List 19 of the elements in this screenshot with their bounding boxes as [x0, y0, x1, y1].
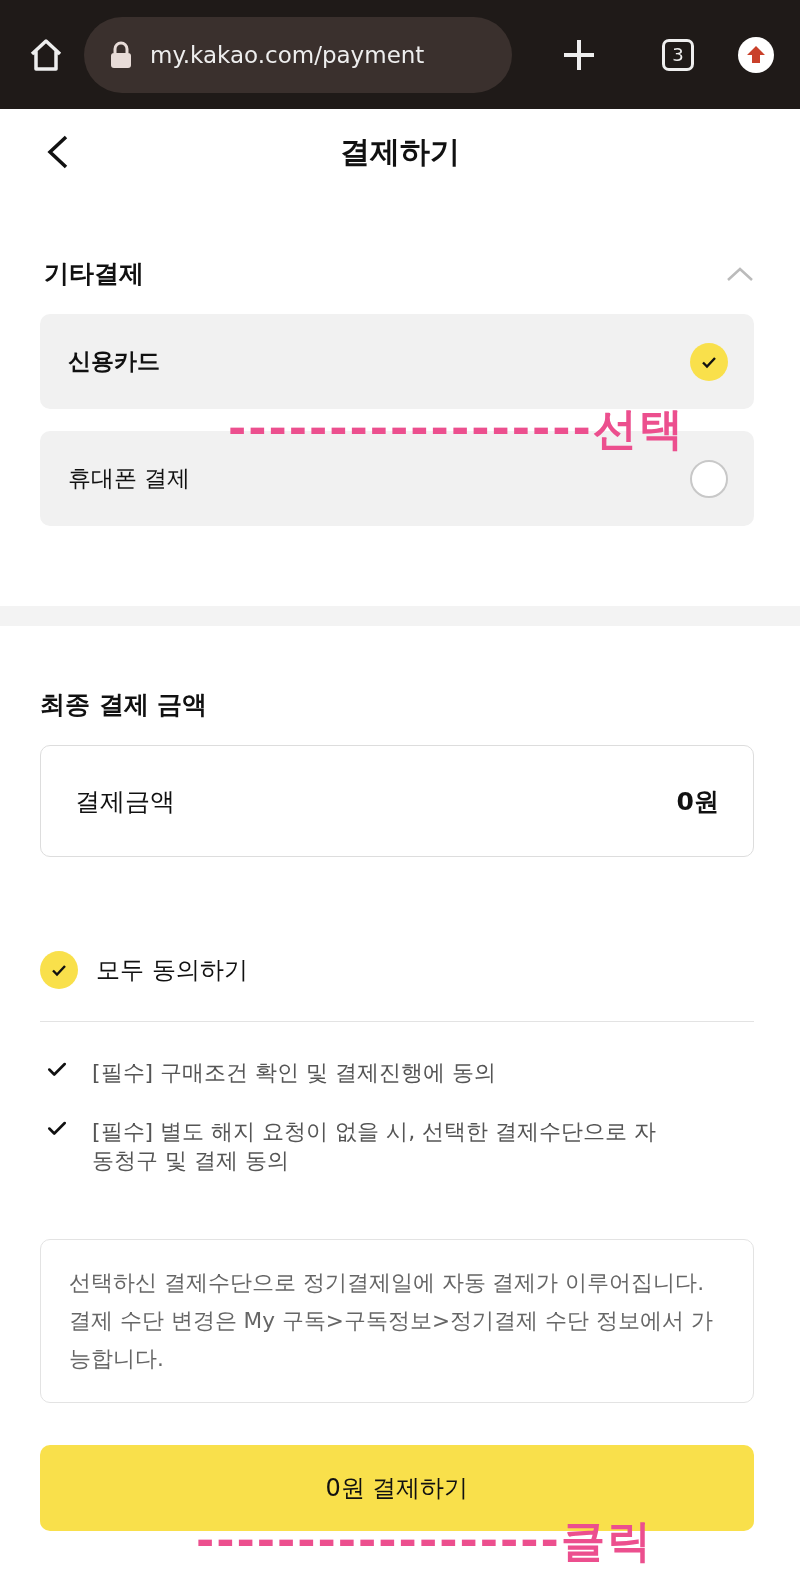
tab-count[interactable]: 3: [662, 38, 694, 71]
agree-all-label[interactable]: 모두 동의하기: [96, 954, 248, 986]
amount-value: 0원: [676, 785, 719, 818]
address-bar[interactable]: my.kakao.com/payment: [84, 16, 512, 93]
consent-text[interactable]: [필수] 구매조건 확인 및 결제진행에 동의: [92, 1058, 677, 1087]
plus-icon[interactable]: [562, 37, 596, 72]
payment-option[interactable]: 신용카드: [40, 314, 754, 409]
lock-icon: [110, 40, 132, 69]
section-title: 기타결제: [44, 258, 144, 290]
checkbox[interactable]: [40, 951, 78, 989]
amount-label: 결제금액: [75, 785, 175, 818]
radio-button[interactable]: [690, 342, 728, 381]
consent-text[interactable]: [필수] 별도 해지 요청이 없을 시, 선택한 결제수단으로 자동청구 및 결제 동의: [92, 1117, 677, 1175]
radio-button[interactable]: [690, 459, 728, 498]
page-title: 결제하기: [340, 132, 460, 171]
notice-text: 선택하신 결제수단으로 정기결제일에 자동 결제가 이루어집니다. 결제 수단 변경은 My 구독>구독정보>정기결제 수단 정보에서 가능합니다.: [40, 1239, 754, 1403]
upload-icon[interactable]: [738, 36, 774, 73]
home-icon[interactable]: [28, 36, 64, 73]
section-title: 최종 결제 금액: [40, 689, 208, 721]
